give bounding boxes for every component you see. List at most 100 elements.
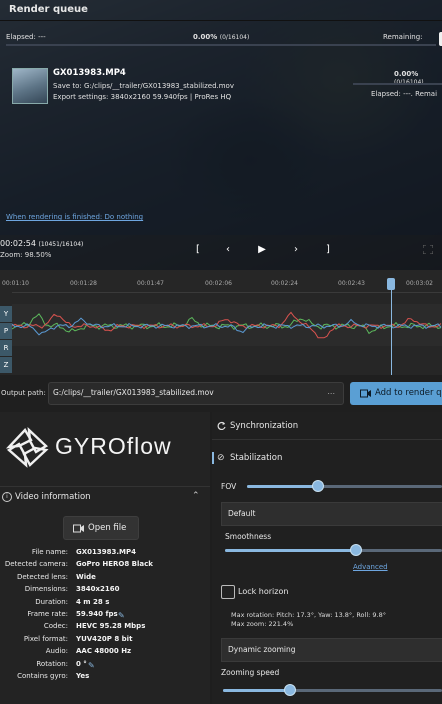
info-row-label: Audio: [45,647,68,656]
info-row-label: Detected lens: [16,572,68,581]
tick-label: 00:02:43 [338,280,365,287]
ruler-line [12,292,442,293]
timeline[interactable]: 00:01:10 00:01:28 00:01:47 00:02:06 00:0… [0,270,442,375]
play-button[interactable]: ▶ [250,239,274,261]
open-file-button[interactable]: Open file [63,516,139,540]
gyro-graph [12,304,442,346]
max-rotation-text: Max rotation: Pitch: 17.3°, Yaw: 13.8°, … [231,611,386,619]
synchronization-header[interactable]: Synchronization [230,421,298,431]
video-info-header: Video information [15,492,91,502]
advanced-link[interactable]: Advanced [353,563,388,571]
axis-p-button[interactable]: P [0,323,12,339]
axis-z-button[interactable]: Z [0,357,12,373]
info-row-value: 4 m 28 s [76,597,110,606]
elapsed-label: Elapsed: --- [6,33,46,41]
edit-frame-rate-icon[interactable]: ✎ [118,611,125,620]
stabilization-marker [212,452,214,464]
method-select[interactable]: Default [221,502,442,526]
left-panel: GYROflow i Video information ⌃ Open file… [0,412,210,704]
zoom-label: Zoom: 98.50% [0,251,52,259]
info-row-label: Rotation: [36,659,68,668]
divider [0,486,210,487]
divider [212,439,442,440]
mark-out-button[interactable]: ] [316,239,340,261]
info-row-label: Dimensions: [24,585,68,594]
overall-progress-bar [6,44,436,46]
collapse-chevron-icon[interactable]: ⌃ [192,491,200,501]
fov-label: FOV [221,482,237,491]
divider [0,20,442,21]
info-row-value: GoPro HERO8 Black [76,560,153,569]
output-path-label: Output path: [1,389,46,397]
render-queue-title: Render queue [9,4,88,15]
job-progress-bar [353,83,442,85]
right-panel: Synchronization ⊘ Stabilization FOV Defa… [212,412,442,704]
tick-label: 00:03:02 [406,280,433,287]
info-row-value: Yes [76,672,90,680]
stabilization-header[interactable]: Stabilization [230,453,282,463]
info-row-label: Codec: [43,622,68,631]
gyroflow-logo [5,426,50,470]
gyroflow-logo-icon [5,426,49,468]
lock-horizon-checkbox[interactable] [221,585,235,599]
zooming-speed-slider-knob[interactable] [283,684,296,696]
job-elapsed-remaining: Elapsed: ---. Remai [371,90,438,98]
sync-icon [217,421,226,430]
smoothness-label: Smoothness [225,532,272,541]
info-row-value: 3840x2160 [76,585,120,594]
output-path-input[interactable]: G:/clips/__trailer/GX013983_stabilized.m… [48,382,344,405]
mark-in-button[interactable]: [ [186,239,210,261]
video-icon [73,524,84,533]
info-row-value: AAC 48000 Hz [76,647,132,656]
stabilization-icon: ⊘ [217,453,225,463]
add-to-render-queue-label: Add to render q [375,388,442,398]
info-row-label: Frame rate: [27,610,68,618]
open-file-label: Open file [88,523,127,533]
add-to-render-queue-button[interactable]: Add to render q [350,382,442,405]
dynamic-zooming-label: Dynamic zooming [228,645,296,654]
info-row-label: Duration: [35,597,68,606]
fov-slider-knob[interactable] [312,480,325,492]
job-thumbnail [12,68,48,104]
progress-percent: 0.00% (0/16104) [193,33,250,41]
job-filename: GX013983.MP4 [53,68,126,78]
info-row-value: YUV420P 8 bit [76,634,133,643]
browse-button[interactable]: ... [327,387,335,396]
tick-label: 00:02:24 [271,280,298,287]
info-row-value: GX013983.MP4 [76,548,136,556]
info-row-label: Pixel format: [23,634,68,643]
gyroflow-logo-text: GYROflow [55,433,172,459]
info-row-label: File name: [31,548,68,556]
playhead-line [391,290,393,375]
when-finished-link[interactable]: When rendering is finished: Do nothing [6,213,143,221]
info-icon: i [2,492,12,502]
method-select-value: Default [228,509,256,518]
output-path-value: G:/clips/__trailer/GX013983_stabilized.m… [53,388,214,397]
lock-horizon-label: Lock horizon [238,587,289,596]
job-export-settings: Export settings: 3840x2160 59.940fps | P… [53,93,232,101]
info-row-label: Detected camera: [4,560,68,569]
playhead-handle[interactable] [387,278,396,290]
tick-label: 00:01:10 [2,280,29,287]
next-frame-button[interactable]: › [284,239,308,261]
edit-rotation-icon[interactable]: ✎ [88,661,95,670]
zooming-speed-label: Zooming speed [221,668,280,677]
dynamic-zooming-section[interactable]: Dynamic zooming [221,638,442,662]
zooming-speed-slider-fill [223,689,289,692]
info-row-label: Contains gyro: [17,672,68,680]
video-icon [360,389,371,398]
info-row-value: 59.940 fps [76,610,118,618]
timecode: 00:02:54 (10451/16104) [0,239,84,248]
max-zoom-text: Max zoom: 221.4% [231,620,294,628]
job-save-to: Save to: G:/clips/__trailer/GX013983_sta… [53,82,234,90]
remaining-label: Remaining: [383,33,423,41]
fov-slider-fill [247,485,318,488]
tick-label: 00:02:06 [205,280,232,287]
prev-frame-button[interactable]: ‹ [216,239,240,261]
tick-label: 00:01:28 [70,280,97,287]
smoothness-slider-knob[interactable] [350,544,363,556]
axis-y-button[interactable]: Y [0,306,12,322]
info-row-value: Wide [76,572,96,581]
axis-r-button[interactable]: R [0,340,12,356]
fullscreen-icon[interactable] [422,244,434,255]
